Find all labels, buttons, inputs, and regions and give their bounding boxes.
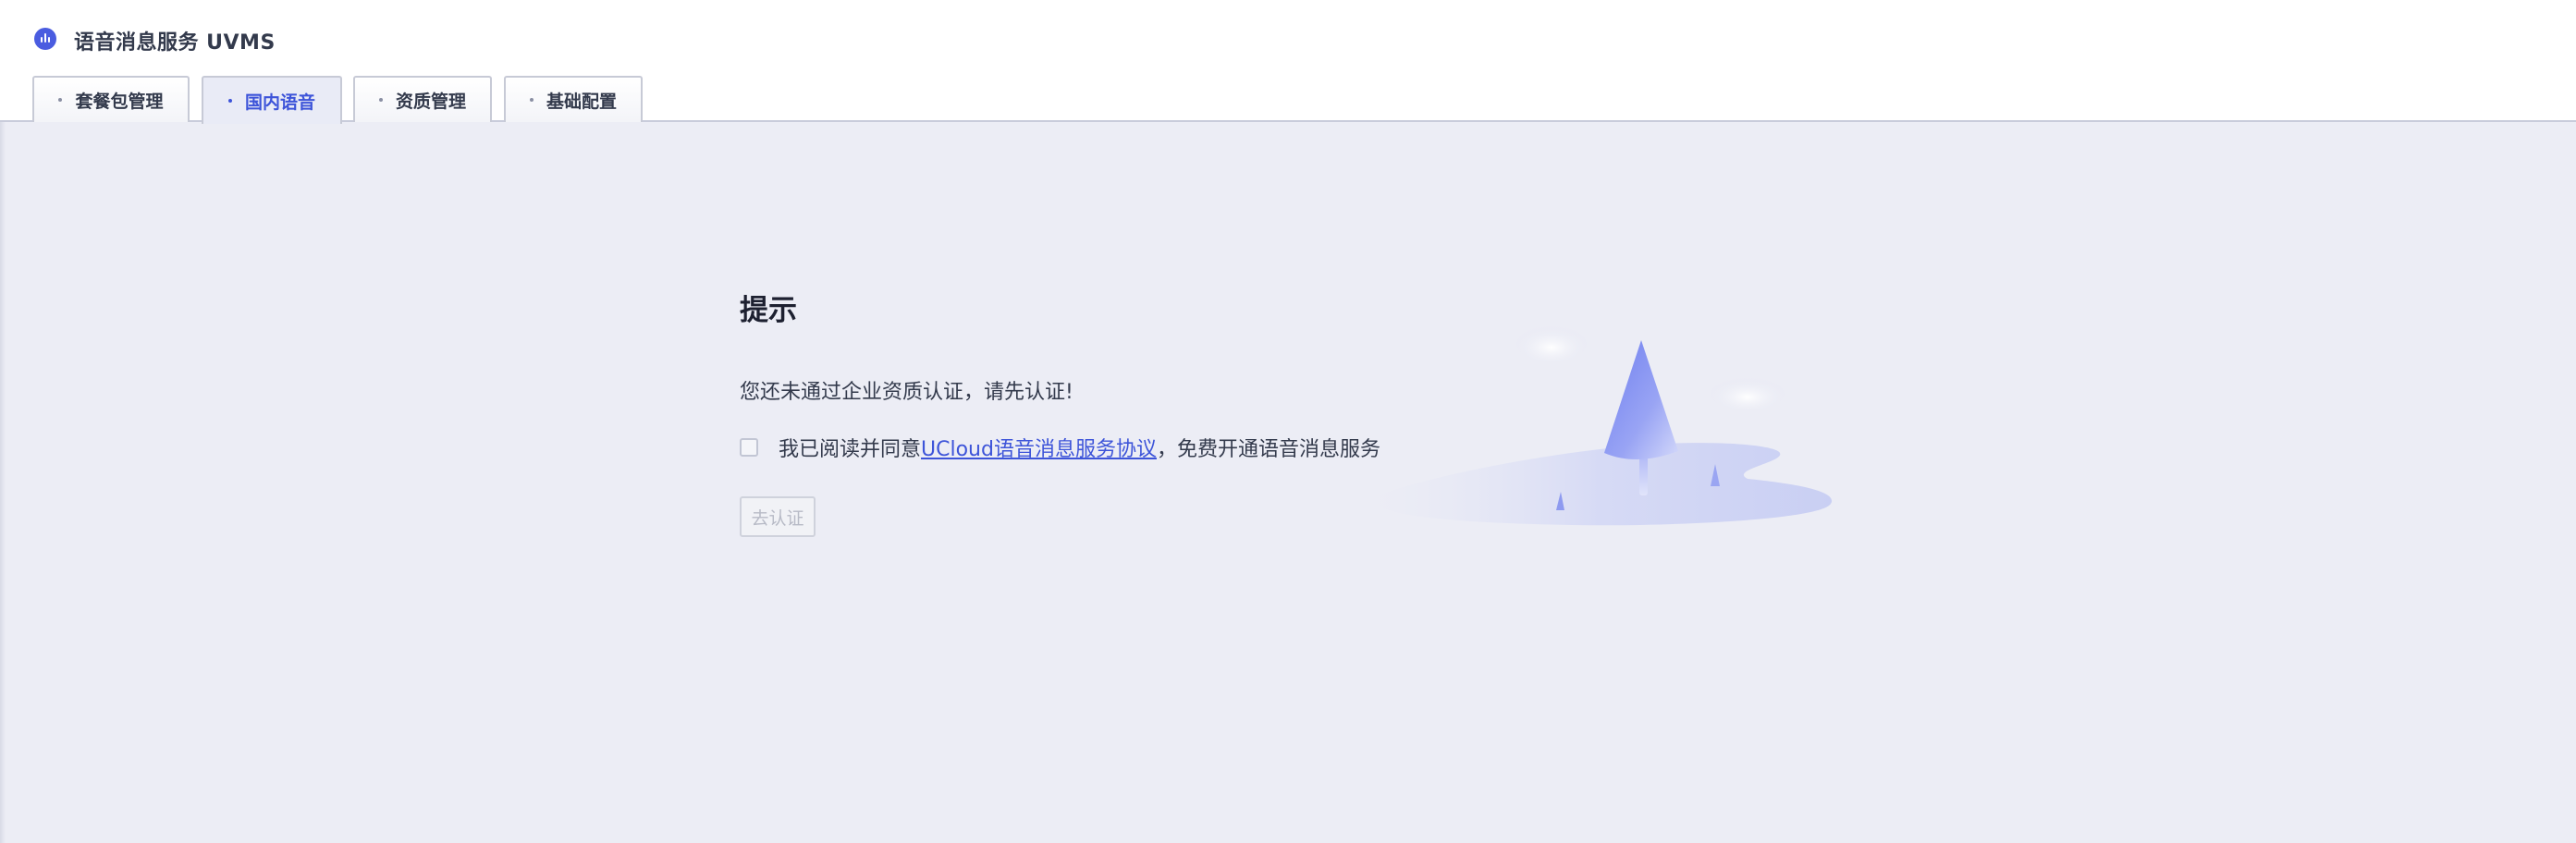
tab-package-management[interactable]: 套餐包管理 bbox=[32, 76, 190, 122]
agreement-row: 我已阅读并同意UCloud语音消息服务协议，免费开通语音消息服务 bbox=[740, 433, 1442, 462]
tab-basic-config[interactable]: 基础配置 bbox=[504, 76, 643, 122]
tab-label: 基础配置 bbox=[546, 91, 617, 112]
service-title: 语音消息服务 UVMS bbox=[74, 31, 276, 55]
verify-button[interactable]: 去认证 bbox=[740, 496, 816, 537]
tab-domestic-voice[interactable]: 国内语音 bbox=[202, 76, 342, 124]
agreement-checkbox[interactable] bbox=[740, 438, 758, 457]
tab-qualification-management[interactable]: 资质管理 bbox=[353, 76, 492, 122]
agreement-suffix: ，免费开通语音消息服务 bbox=[1156, 438, 1380, 461]
tip-message: 您还未通过企业资质认证，请先认证! bbox=[740, 381, 1073, 404]
tab-label: 套餐包管理 bbox=[75, 91, 164, 112]
left-panel-shadow bbox=[0, 122, 6, 843]
tab-label: 国内语音 bbox=[244, 92, 315, 113]
tab-dot-icon bbox=[58, 98, 63, 102]
tab-label: 资质管理 bbox=[395, 91, 466, 112]
voice-wave-icon bbox=[34, 28, 56, 50]
tip-title: 提示 bbox=[740, 294, 797, 327]
tab-dot-icon bbox=[378, 98, 383, 102]
tree-island-illustration bbox=[1368, 325, 1833, 526]
agreement-text: 我已阅读并同意UCloud语音消息服务协议，免费开通语音消息服务 bbox=[779, 433, 1380, 462]
tab-dot-icon bbox=[227, 99, 232, 103]
tab-dot-icon bbox=[529, 98, 534, 102]
agreement-prefix: 我已阅读并同意 bbox=[779, 438, 922, 461]
top-header: 语音消息服务 UVMS 套餐包管理 国内语音 资质管理 基础配置 bbox=[0, 0, 2576, 124]
service-agreement-link[interactable]: UCloud语音消息服务协议 bbox=[921, 438, 1157, 461]
